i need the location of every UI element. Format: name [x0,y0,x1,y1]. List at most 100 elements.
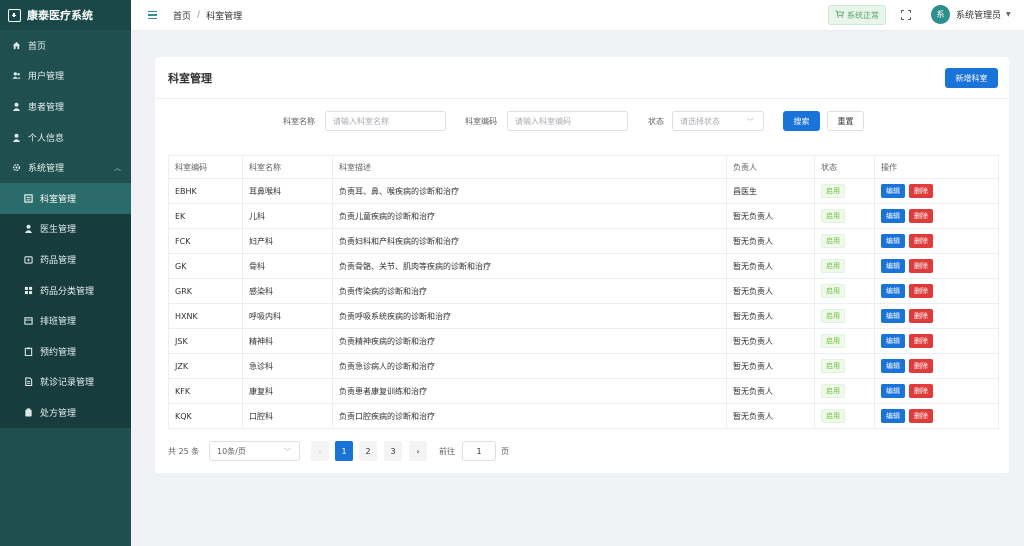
cell-desc: 负责耳、鼻、喉疾病的诊断和治疗 [332,178,727,204]
menu-toggle-icon[interactable] [148,11,157,19]
delete-button[interactable]: 删除 [909,334,933,348]
next-page-button[interactable]: › [409,441,427,461]
page-size-value: 10条/页 [217,446,246,456]
sidebar-item-schedule[interactable]: 排班管理 [0,305,131,336]
cell-head: 暂无负责人 [726,378,815,404]
delete-button[interactable]: 删除 [909,409,933,423]
cell-status: 启用 [814,403,875,429]
cell-name: 呼吸内科 [242,303,333,329]
cart-icon [835,10,845,20]
sidebar-item-label: 个人信息 [28,133,65,144]
cell-name: 康复科 [242,378,333,404]
edit-button[interactable]: 编辑 [881,359,905,373]
grid-icon [24,286,33,295]
table-row: KQK 口腔科 负责口腔疾病的诊断和治疗 暂无负责人 启用 编辑 删除 [168,403,999,429]
prescription-icon [24,408,33,417]
breadcrumb-current: 科室管理 [206,11,243,22]
table-row: GRK 感染科 负责传染病的诊断和治疗 暂无负责人 启用 编辑 删除 [168,278,999,304]
cell-name: 感染科 [242,278,333,304]
delete-button[interactable]: 删除 [909,209,933,223]
edit-button[interactable]: 编辑 [881,309,905,323]
edit-button[interactable]: 编辑 [881,209,905,223]
delete-button[interactable]: 删除 [909,309,933,323]
sidebar-item-label: 就诊记录管理 [40,378,95,389]
sidebar-item-profile[interactable]: 个人信息 [0,122,131,153]
cell-status: 启用 [814,203,875,229]
edit-button[interactable]: 编辑 [881,409,905,423]
sidebar-item-prescriptions[interactable]: 处方管理 [0,397,131,428]
avatar: 系 [931,5,950,24]
cell-desc: 负责儿童疾病的诊断和治疗 [332,203,727,229]
add-department-button[interactable]: 新增科室 [945,68,998,88]
cell-head: 暂无负责人 [726,253,815,279]
edit-button[interactable]: 编辑 [881,234,905,248]
users-icon [12,71,21,80]
chevron-down-icon: ﹀ [284,448,291,456]
sidebar-item-label: 药品管理 [40,255,77,266]
delete-button[interactable]: 删除 [909,234,933,248]
search-form: 科室名称 请输入科室名称 科室编码 请输入科室编码 状态 请选择状态 ﹀ 搜索 … [155,111,1009,131]
breadcrumb-home[interactable]: 首页 [173,9,191,22]
app-logo[interactable]: 康泰医疗系统 [0,0,131,30]
sidebar: 康泰医疗系统 首页 用户管理 患者管理 个人信息 系统管理 ︿ 科室管理 医生管… [0,0,131,546]
cell-name: 儿科 [242,203,333,229]
app-title: 康泰医疗系统 [27,9,93,22]
table-row: EK 儿科 负责儿童疾病的诊断和治疗 暂无负责人 启用 编辑 删除 [168,203,999,229]
system-submenu: 科室管理 医生管理 药品管理 药品分类管理 排班管理 预约管理 就诊记录管理 处… [0,182,131,428]
cell-head: 昌医生 [726,178,815,204]
sidebar-item-home[interactable]: 首页 [0,30,131,61]
status-badge: 启用 [821,209,845,223]
page-1-button[interactable]: 1 [335,441,353,461]
sidebar-item-doctors[interactable]: 医生管理 [0,214,131,245]
department-code-input[interactable]: 请输入科室编码 [507,111,628,131]
page-2-button[interactable]: 2 [359,441,377,461]
sidebar-item-visit-records[interactable]: 就诊记录管理 [0,367,131,398]
sidebar-item-appointments[interactable]: 预约管理 [0,336,131,367]
page-size-select[interactable]: 10条/页 ﹀ [209,441,300,461]
code-label: 科室编码 [465,117,497,126]
sidebar-item-medicine-categories[interactable]: 药品分类管理 [0,275,131,306]
page-3-button[interactable]: 3 [384,441,402,461]
fullscreen-icon[interactable] [901,10,911,20]
table-row: KFK 康复科 负责患者康复训练和治疗 暂无负责人 启用 编辑 删除 [168,378,999,404]
sidebar-item-users[interactable]: 用户管理 [0,61,131,92]
status-select[interactable]: 请选择状态 ﹀ [672,111,764,131]
user-menu[interactable]: 系 系统管理员 ▼ [931,5,1011,24]
status-label: 状态 [648,117,664,126]
breadcrumb-separator: / [197,10,201,20]
cell-name: 口腔科 [242,403,333,429]
cell-code: FCK [168,228,243,254]
sidebar-item-medicines[interactable]: 药品管理 [0,244,131,275]
col-status: 状态 [814,155,875,179]
delete-button[interactable]: 删除 [909,384,933,398]
edit-button[interactable]: 编辑 [881,259,905,273]
user-icon [12,133,21,142]
delete-button[interactable]: 删除 [909,284,933,298]
medical-kit-icon [8,8,21,22]
cell-actions: 编辑 删除 [874,228,999,254]
chevron-down-icon: ﹀ [747,118,754,126]
reset-button[interactable]: 重置 [827,111,864,131]
sidebar-item-departments[interactable]: 科室管理 [0,182,131,214]
edit-button[interactable]: 编辑 [881,334,905,348]
edit-button[interactable]: 编辑 [881,384,905,398]
delete-button[interactable]: 删除 [909,259,933,273]
department-name-input[interactable]: 请输入科室名称 [325,111,446,131]
cell-desc: 负责精神疾病的诊断和治疗 [332,328,727,354]
delete-button[interactable]: 删除 [909,359,933,373]
sidebar-item-patients[interactable]: 患者管理 [0,91,131,122]
search-button[interactable]: 搜索 [783,111,820,131]
prev-page-button[interactable]: ‹ [311,441,329,461]
goto-page-input[interactable]: 1 [462,441,496,461]
cell-actions: 编辑 删除 [874,278,999,304]
cell-head: 暂无负责人 [726,403,815,429]
document-icon [24,377,33,387]
cell-actions: 编辑 删除 [874,303,999,329]
delete-button[interactable]: 删除 [909,184,933,198]
cell-head: 暂无负责人 [726,328,815,354]
cell-actions: 编辑 删除 [874,178,999,204]
edit-button[interactable]: 编辑 [881,184,905,198]
edit-button[interactable]: 编辑 [881,284,905,298]
sidebar-item-system[interactable]: 系统管理 ︿ [0,152,131,183]
table-row: EBHK 耳鼻喉科 负责耳、鼻、喉疾病的诊断和治疗 昌医生 启用 编辑 删除 [168,178,999,204]
